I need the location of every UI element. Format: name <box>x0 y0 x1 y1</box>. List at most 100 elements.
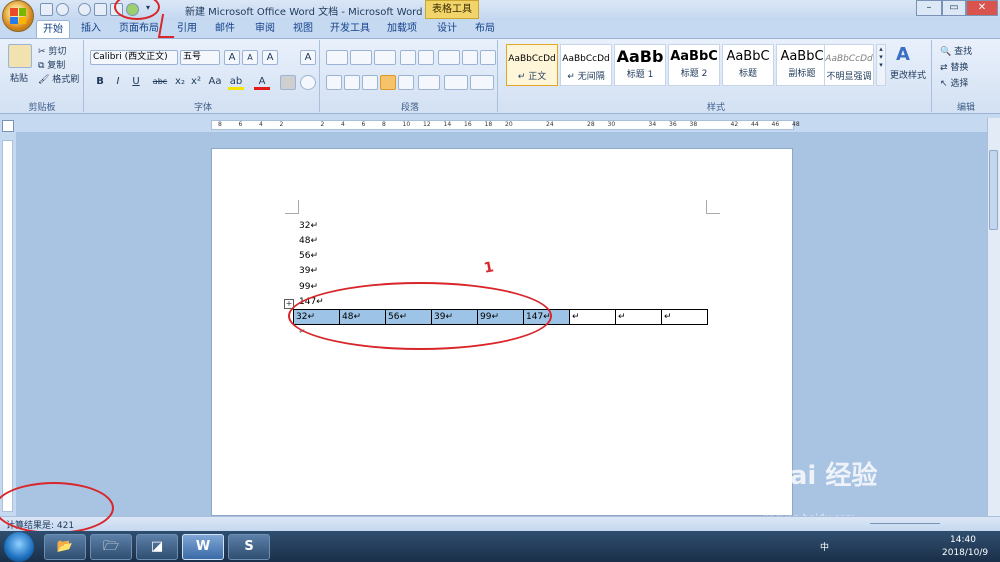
table-cell[interactable]: ↵ <box>569 309 616 325</box>
print-preview-icon[interactable] <box>94 3 107 16</box>
char-shading-button[interactable] <box>280 75 296 90</box>
font-name-select[interactable]: Calibri (西文正文) <box>90 50 178 65</box>
taskbar-app-notes[interactable]: ◪ <box>136 534 178 560</box>
highlight-button[interactable]: ab <box>228 75 244 90</box>
doc-line[interactable]: 32↵ <box>299 221 318 231</box>
select-button[interactable]: ↖ 选择 <box>940 76 968 89</box>
taskbar-app-sogou[interactable]: S <box>228 534 270 560</box>
doc-line[interactable]: 48↵ <box>299 236 318 246</box>
vertical-ruler[interactable] <box>2 140 13 512</box>
clear-format-button[interactable]: A <box>262 50 278 65</box>
superscript-button[interactable]: x² <box>188 75 204 90</box>
tab-layout[interactable]: 布局 <box>470 20 500 38</box>
distributed-icon[interactable] <box>398 75 414 90</box>
bullets-icon[interactable] <box>326 50 348 65</box>
tab-page-layout[interactable]: 页面布局 <box>114 20 164 38</box>
tab-selector[interactable] <box>2 120 14 132</box>
justify-icon[interactable] <box>380 75 396 90</box>
find-button[interactable]: 🔍 查找 <box>940 44 972 57</box>
font-group-label: 字体 <box>193 103 212 113</box>
ruler-tick: 6 <box>238 121 243 128</box>
change-styles-icon[interactable]: A <box>896 44 916 65</box>
taskbar-app-outlook[interactable]: 📂 <box>44 534 86 560</box>
tab-mailings[interactable]: 邮件 <box>210 20 240 38</box>
align-right-icon[interactable] <box>362 75 378 90</box>
doc-line[interactable]: 99↵ <box>299 282 318 292</box>
bold-button[interactable]: B <box>92 75 108 90</box>
office-button[interactable] <box>2 0 34 32</box>
change-case-button[interactable]: Aa <box>206 75 224 90</box>
format-painter-button[interactable]: 🖌 格式刷 <box>38 72 79 85</box>
clock-date[interactable]: 2018/10/9 <box>942 548 988 558</box>
borders-icon[interactable] <box>470 75 494 90</box>
style-subtitle[interactable]: AaBbC 副标题 <box>776 44 828 86</box>
font-size-select[interactable]: 五号 <box>180 50 220 65</box>
ruler-tick: 4 <box>341 121 345 128</box>
scrollbar-thumb[interactable] <box>989 150 998 230</box>
tab-view[interactable]: 视图 <box>288 20 318 38</box>
style-name: 不明显强调 <box>826 72 872 82</box>
align-left-icon[interactable] <box>326 75 342 90</box>
numbering-icon[interactable] <box>350 50 372 65</box>
ruler-tick: 10 <box>402 121 411 128</box>
grow-font-button[interactable]: A <box>224 50 240 65</box>
ruler-tick: 34 <box>648 121 657 128</box>
style-subtle-emphasis[interactable]: AaBbCcDd 不明显强调 <box>824 44 874 86</box>
paste-button[interactable]: 粘贴 <box>10 71 28 84</box>
taskbar-app-explorer[interactable]: 🗁 <box>90 534 132 560</box>
align-center-icon[interactable] <box>344 75 360 90</box>
underline-button[interactable]: U <box>128 75 144 90</box>
taskbar-app-word[interactable]: W <box>182 534 224 560</box>
cut-button[interactable]: ✂ 剪切 <box>38 44 66 57</box>
start-button[interactable] <box>4 532 34 562</box>
doc-line[interactable]: 39↵ <box>299 266 318 276</box>
horizontal-ruler[interactable]: 8 6 4 2 2 4 6 8 10 12 14 16 18 20 24 28 30 34 36 38 42 44 46 48 <box>211 120 800 130</box>
copy-button[interactable]: ⧉ 复制 <box>38 58 65 71</box>
change-styles-button[interactable]: 更改样式 <box>890 68 926 81</box>
shading-icon[interactable] <box>444 75 468 90</box>
show-marks-icon[interactable] <box>480 50 496 65</box>
tab-design[interactable]: 设计 <box>432 20 462 38</box>
sort-icon[interactable] <box>462 50 478 65</box>
tab-home[interactable]: 开始 <box>36 20 70 38</box>
clock-time[interactable]: 14:40 <box>950 535 976 545</box>
ruler-tick: 44 <box>751 121 759 128</box>
subscript-button[interactable]: x₂ <box>172 75 188 90</box>
font-color-button[interactable]: A <box>254 75 270 90</box>
tab-add-ins[interactable]: 加载项 <box>384 20 420 38</box>
style-heading-2[interactable]: AaBbC 标题 2 <box>668 44 720 86</box>
styles-scroll-icon[interactable]: ▴ ▾ ▾ <box>876 44 886 86</box>
decrease-indent-icon[interactable] <box>400 50 416 65</box>
undo-icon[interactable] <box>56 3 69 16</box>
char-border-button[interactable]: A <box>300 50 316 65</box>
shrink-font-button[interactable]: A <box>242 50 258 65</box>
multilevel-list-icon[interactable] <box>374 50 396 65</box>
style-normal[interactable]: AaBbCcDd ↵ 正文 <box>506 44 558 86</box>
close-button[interactable]: ✕ <box>966 0 998 16</box>
style-no-spacing[interactable]: AaBbCcDd ↵ 无间隔 <box>560 44 612 86</box>
ruler-tick: 30 <box>607 121 616 128</box>
table-cell[interactable]: ↵ <box>615 309 662 325</box>
ime-indicator[interactable]: 中 <box>820 540 829 553</box>
minimize-button[interactable]: – <box>916 0 942 16</box>
italic-button[interactable]: I <box>110 75 126 90</box>
select-label: 选择 <box>950 79 969 89</box>
doc-line[interactable]: 56↵ <box>299 251 318 261</box>
redo-icon[interactable] <box>78 3 91 16</box>
strikethrough-button[interactable]: abc <box>150 75 170 90</box>
save-icon[interactable] <box>40 3 53 16</box>
maximize-button[interactable]: ▭ <box>942 0 966 16</box>
replace-button[interactable]: ⇄ 替换 <box>940 60 968 73</box>
paste-icon[interactable] <box>8 44 32 68</box>
tab-review[interactable]: 审阅 <box>250 20 280 38</box>
style-heading-1[interactable]: AaBb 标题 1 <box>614 44 666 86</box>
table-cell[interactable]: ↵ <box>661 309 708 325</box>
style-preview: AaBbCcDd <box>825 54 873 64</box>
increase-indent-icon[interactable] <box>418 50 434 65</box>
line-spacing-icon[interactable] <box>418 75 440 90</box>
style-title[interactable]: AaBbC 标题 <box>722 44 774 86</box>
tab-developer[interactable]: 开发工具 <box>328 20 372 38</box>
tab-insert[interactable]: 插入 <box>76 20 106 38</box>
enclose-char-button[interactable] <box>300 75 316 90</box>
chinese-layout-icon[interactable] <box>438 50 460 65</box>
